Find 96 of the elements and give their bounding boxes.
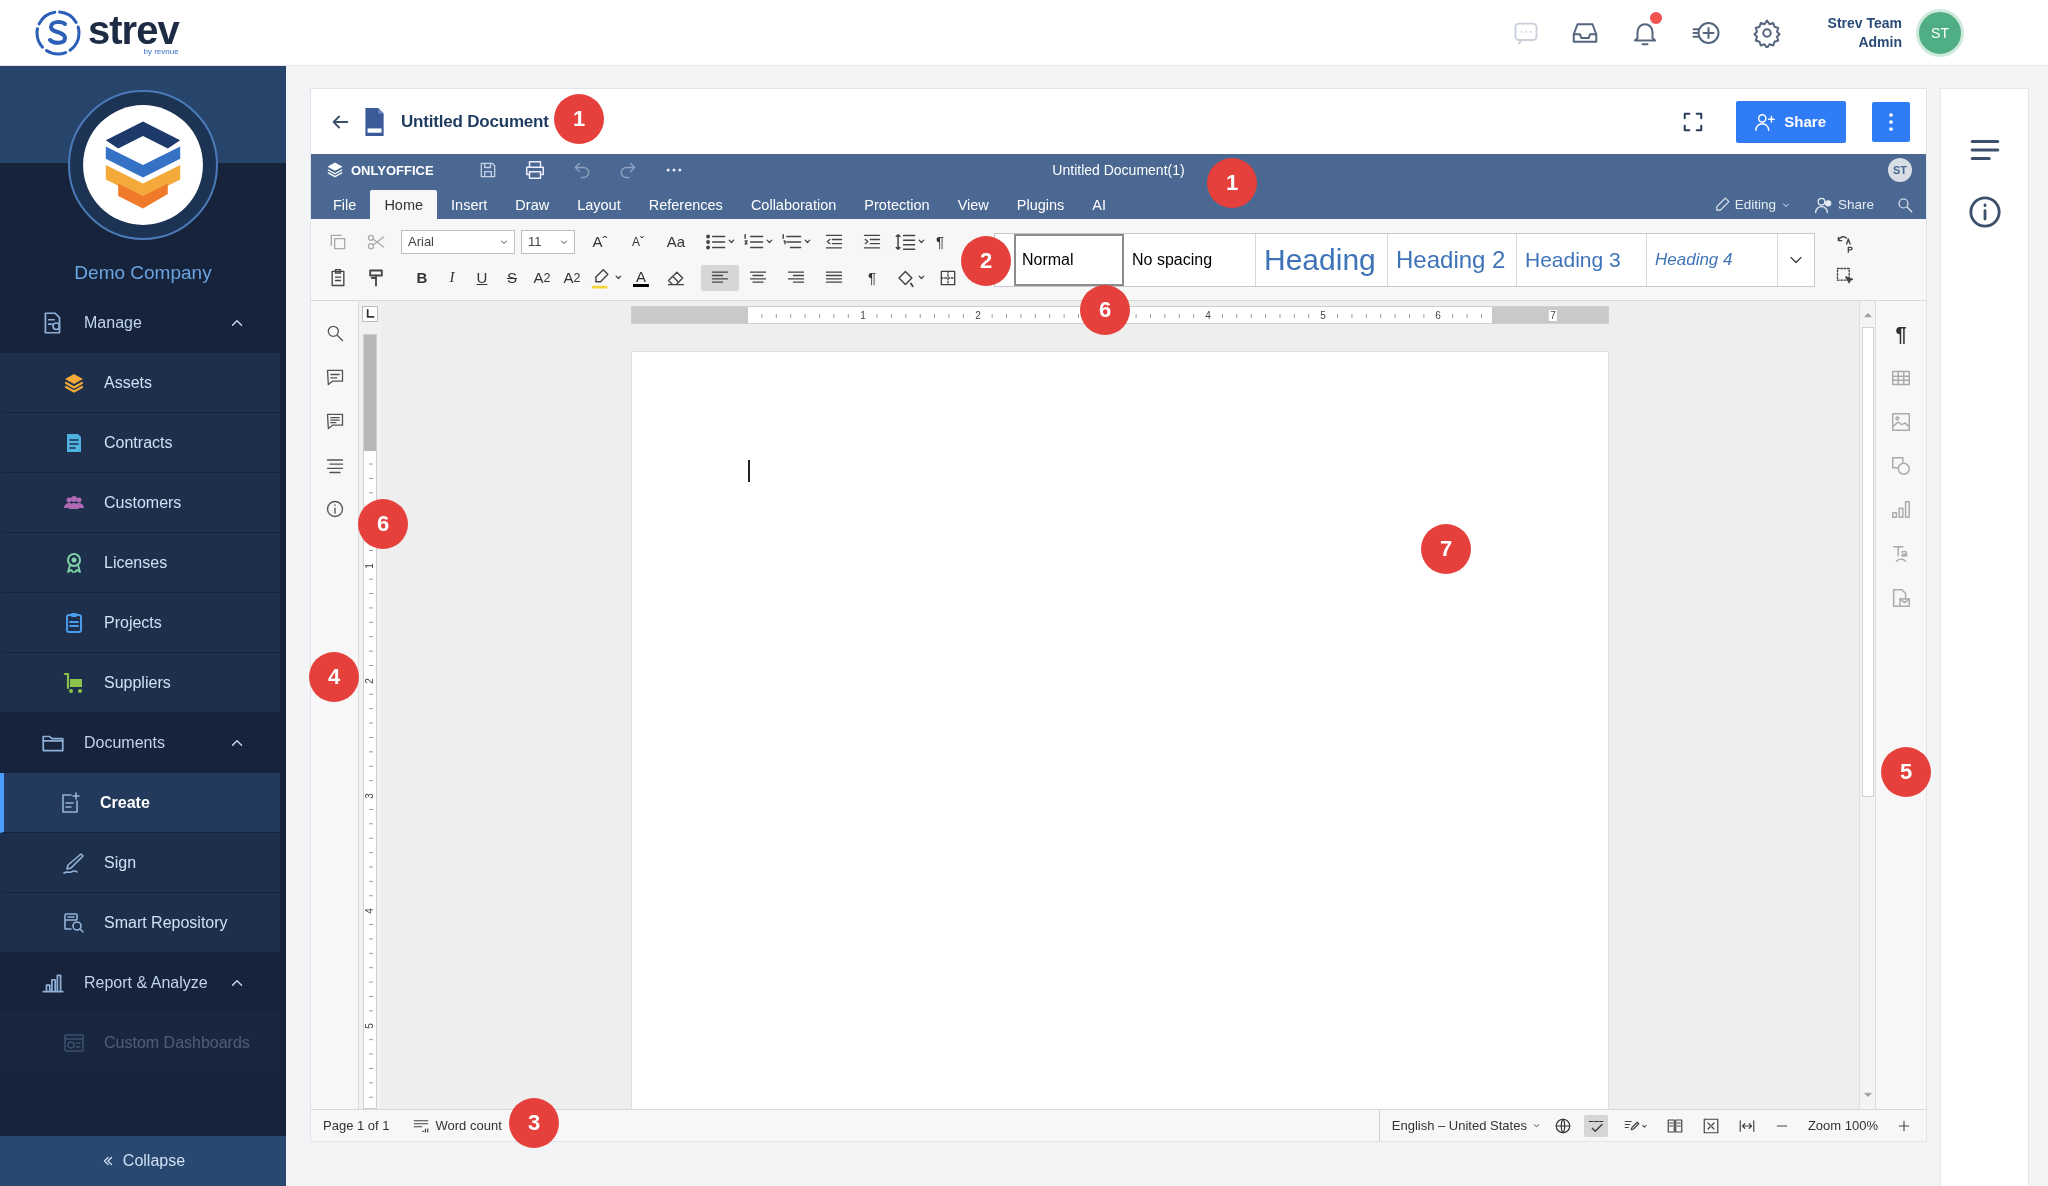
sidebar-item[interactable]: Sign bbox=[0, 833, 280, 893]
font-size-dropdown[interactable]: 11 bbox=[521, 229, 575, 254]
print-icon[interactable] bbox=[523, 159, 546, 181]
zoom-level: Zoom 100% bbox=[1807, 1118, 1878, 1133]
user-role: Admin bbox=[1858, 32, 1902, 52]
sidebar-item[interactable]: Suppliers bbox=[0, 653, 280, 713]
italic-button[interactable]: I bbox=[437, 269, 467, 286]
ruler-number: 5 bbox=[365, 1023, 375, 1029]
fit-page-icon[interactable] bbox=[1701, 1116, 1720, 1135]
style-preset[interactable]: Heading bbox=[1256, 233, 1388, 286]
style-preset[interactable]: Heading 4 bbox=[1647, 233, 1778, 286]
sidebar-item[interactable]: Smart Repository bbox=[0, 893, 280, 953]
sidebar-item[interactable]: Create bbox=[0, 773, 280, 833]
fullscreen-icon[interactable] bbox=[1682, 110, 1705, 133]
user-name: Strev Team bbox=[1827, 13, 1902, 33]
menu-tab[interactable]: File bbox=[319, 190, 371, 219]
spellcheck-button[interactable] bbox=[1583, 1114, 1608, 1137]
editor-document-title: Untitled Document(1) bbox=[1052, 162, 1185, 178]
globe-icon[interactable] bbox=[1553, 1116, 1572, 1135]
ruler-number: 6 bbox=[1434, 309, 1442, 321]
menu-tab[interactable]: Insert bbox=[437, 190, 502, 219]
menu-tab[interactable]: Draw bbox=[501, 190, 564, 219]
underline-button[interactable]: U bbox=[467, 269, 497, 286]
style-preset[interactable]: Normal bbox=[1014, 233, 1124, 286]
editor-brand: ONLYOFFICE bbox=[351, 162, 434, 178]
ruler-number: 2 bbox=[974, 309, 982, 321]
editing-mode-dropdown[interactable]: Editing bbox=[1713, 196, 1792, 213]
nonprinting-button[interactable]: ¶ bbox=[853, 269, 891, 286]
info-icon[interactable] bbox=[1967, 195, 2002, 229]
sidebar-item[interactable]: Licenses bbox=[0, 533, 280, 593]
bold-button[interactable]: B bbox=[407, 269, 437, 286]
ruler-number: 4 bbox=[365, 908, 375, 914]
select-icon[interactable] bbox=[1835, 265, 1855, 286]
menu-section-header[interactable]: Documents bbox=[0, 713, 286, 773]
sidebar-item[interactable]: Contracts bbox=[0, 413, 280, 473]
sidebar-item[interactable]: Assets bbox=[0, 353, 280, 413]
editor-user-avatar[interactable]: ST bbox=[1888, 158, 1912, 182]
menu-tab[interactable]: Collaboration bbox=[736, 190, 851, 219]
ruler-number: 3 bbox=[365, 793, 375, 799]
font-color-button[interactable]: A bbox=[625, 268, 657, 287]
text-direction-button[interactable]: ¶ bbox=[929, 233, 951, 250]
text-cursor bbox=[748, 460, 750, 482]
pen-icon bbox=[62, 850, 86, 875]
share-button[interactable]: Share bbox=[1736, 100, 1846, 143]
comment-icon[interactable] bbox=[324, 367, 345, 387]
brand-name: strev bbox=[88, 9, 179, 50]
ruler-number: 1 bbox=[365, 563, 375, 569]
search-icon[interactable] bbox=[1896, 195, 1914, 214]
menu-tab[interactable]: Home bbox=[370, 190, 438, 219]
company-name: Demo Company bbox=[74, 262, 212, 284]
ruler-number: 5 bbox=[1319, 309, 1327, 321]
font-name-dropdown[interactable]: Arial bbox=[401, 229, 515, 254]
style-preset[interactable]: Heading 2 bbox=[1388, 233, 1517, 286]
style-preset[interactable]: No spacing bbox=[1124, 233, 1256, 286]
share-link[interactable]: Share bbox=[1813, 194, 1874, 215]
collapse-button[interactable]: Collapse bbox=[0, 1136, 286, 1186]
document-title: Untitled Document bbox=[401, 111, 549, 132]
ruler-number: 4 bbox=[1204, 309, 1212, 321]
ruler-number: 1 bbox=[859, 309, 867, 321]
more-options-button[interactable] bbox=[1872, 101, 1910, 142]
style-preset[interactable]: Heading 3 bbox=[1517, 233, 1647, 286]
menu-tab[interactable]: AI bbox=[1078, 190, 1121, 219]
menu-tab[interactable]: View bbox=[943, 190, 1003, 219]
two-pages-icon[interactable] bbox=[1665, 1116, 1684, 1135]
menu-tab[interactable]: Layout bbox=[563, 190, 635, 219]
menu-tab[interactable]: Protection bbox=[850, 190, 944, 219]
strikethrough-button[interactable]: S bbox=[497, 269, 527, 286]
brand-tagline: by revnue bbox=[143, 47, 179, 56]
increase-font-button[interactable]: Aˆ bbox=[581, 233, 619, 250]
search-document-icon bbox=[62, 910, 86, 935]
scrollbar-thumb[interactable] bbox=[1861, 327, 1874, 797]
ruler-number: 2 bbox=[365, 678, 375, 684]
language-dropdown[interactable]: English – United States bbox=[1391, 1118, 1542, 1133]
page-indicator: Page 1 of 1 bbox=[323, 1118, 390, 1133]
menu-tab[interactable]: References bbox=[634, 190, 737, 219]
format-painter-icon[interactable] bbox=[366, 267, 386, 288]
layers-logo-icon bbox=[325, 160, 345, 180]
settings-icon[interactable] bbox=[1751, 17, 1782, 48]
highlighter-icon[interactable] bbox=[589, 266, 623, 289]
ruler-number: 7 bbox=[1549, 309, 1557, 321]
menu-tab[interactable]: Plugins bbox=[1002, 190, 1079, 219]
vertical-dots-icon bbox=[1889, 112, 1893, 131]
chat-icon[interactable] bbox=[324, 411, 345, 431]
info-icon[interactable] bbox=[324, 499, 345, 519]
word-count-button[interactable]: Word count bbox=[411, 1116, 502, 1135]
logo-icon bbox=[34, 8, 82, 57]
menu-section-header[interactable]: Report & Analyze bbox=[0, 953, 286, 1013]
align-left-icon[interactable] bbox=[701, 264, 739, 291]
pencil-icon bbox=[1713, 196, 1731, 213]
menu-section-header[interactable]: Manage bbox=[0, 293, 286, 353]
sidebar-item[interactable]: Projects bbox=[0, 593, 280, 653]
change-case-button[interactable]: Aa bbox=[657, 233, 695, 250]
sidebar-item[interactable]: Customers bbox=[0, 473, 280, 533]
paragraph-settings-button[interactable]: ¶ bbox=[1895, 323, 1907, 345]
replace-icon[interactable] bbox=[1835, 233, 1855, 254]
decrease-font-button[interactable]: Aˇ bbox=[619, 234, 657, 249]
